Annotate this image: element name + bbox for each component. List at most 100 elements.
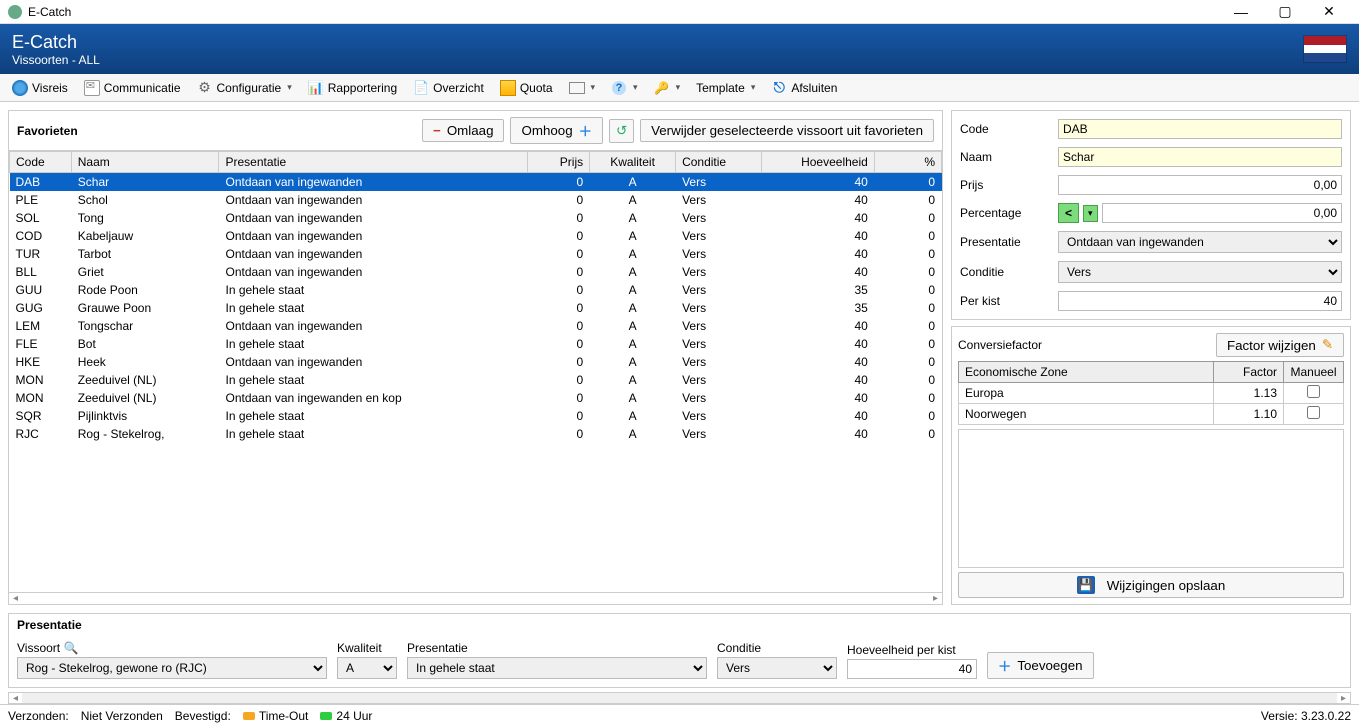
table-row[interactable]: HKEHeekOntdaan van ingewanden0AVers400 [10,353,942,371]
table-row[interactable]: SQRPijlinktvisIn gehele staat0AVers400 [10,407,942,425]
vissoort-select[interactable]: Rog - Stekelrog, gewone ro (RJC) [17,657,327,679]
col-manueel[interactable]: Manueel [1284,362,1344,383]
toevoegen-button[interactable]: ＋Toevoegen [987,652,1094,679]
rapportering-button[interactable]: Rapportering [302,78,403,98]
col-code[interactable]: Code [10,152,72,173]
label-conditie2: Conditie [717,641,837,655]
factor-wijzigen-button[interactable]: Factor wijzigen ✎ [1216,333,1344,357]
quota-button[interactable]: Quota [494,78,559,98]
label-kwaliteit: Kwaliteit [337,641,397,655]
conversion-table: Economische Zone Factor Manueel Europa1.… [958,361,1344,425]
omlaag-button[interactable]: −Omlaag [422,119,504,142]
scroll-right-icon[interactable]: ▸ [1337,693,1350,704]
table-row[interactable]: RJCRog - Stekelrog,In gehele staat0AVers… [10,425,942,443]
pct-input[interactable] [1102,203,1342,223]
table-row[interactable]: SOLTongOntdaan van ingewanden0AVers400 [10,209,942,227]
table-row[interactable]: BLLGrietOntdaan van ingewanden0AVers400 [10,263,942,281]
col-naam[interactable]: Naam [71,152,219,173]
template-button[interactable]: Template▾ [690,79,761,97]
remove-favorite-button[interactable]: Verwijder geselecteerde vissoort uit fav… [640,119,934,142]
help-button[interactable]: ▾ [605,78,644,98]
table-row[interactable]: TURTarbotOntdaan van ingewanden0AVers400 [10,245,942,263]
afsluiten-button[interactable]: Afsluiten [765,78,843,98]
remove-favorite-label: Verwijder geselecteerde vissoort uit fav… [651,123,923,138]
scroll-left-icon[interactable]: ◂ [9,693,22,704]
table-row[interactable]: FLEBotIn gehele staat0AVers400 [10,335,942,353]
configuratie-button[interactable]: Configuratie▾ [191,78,298,98]
table-row[interactable]: Noorwegen1.10 [959,404,1344,425]
edit-icon: ✎ [1322,337,1333,353]
communicatie-button[interactable]: Communicatie [78,78,187,98]
mail-icon [84,80,100,96]
table-row[interactable]: MONZeeduivel (NL)In gehele staat0AVers40… [10,371,942,389]
bottom-hscroll[interactable]: ◂ ▸ [8,692,1351,704]
table-row[interactable]: Europa1.13 [959,383,1344,404]
label-code: Code [960,122,1050,136]
label-pres: Presentatie [960,235,1050,249]
scroll-right-icon[interactable]: ▸ [933,593,938,604]
close-button[interactable]: ✕ [1307,1,1351,23]
table-row[interactable]: LEMTongscharOntdaan van ingewanden0AVers… [10,317,942,335]
led-green-icon [320,712,332,720]
header-subtitle: Vissoorten - ALL [12,53,100,67]
visreis-button[interactable]: Visreis [6,78,74,98]
refresh-icon-button[interactable]: ↺ [609,119,634,143]
favorites-grid[interactable]: Code Naam Presentatie Prijs Kwaliteit Co… [9,151,942,592]
save-changes-label: Wijzigingen opslaan [1107,578,1226,593]
kwaliteit-select[interactable]: A [337,657,397,679]
conditie2-select[interactable]: Vers [717,657,837,679]
conversion-blank-area [958,429,1344,568]
key-button[interactable]: ▾ [648,78,687,98]
code-field [1058,119,1342,139]
perkist-input[interactable] [1058,291,1342,311]
grid-hscroll[interactable]: ◂ ▸ [9,592,942,604]
scroll-left-icon[interactable]: ◂ [13,593,18,604]
table-row[interactable]: PLEScholOntdaan van ingewanden0AVers400 [10,191,942,209]
hpk-input[interactable] [847,659,977,679]
table-row[interactable]: MONZeeduivel (NL)Ontdaan van ingewanden … [10,389,942,407]
refresh-icon: ↺ [616,123,627,139]
omhoog-button[interactable]: Omhoog＋ [510,117,602,144]
chevron-down-icon: ▾ [287,82,292,93]
presentatie-select[interactable]: Ontdaan van ingewanden [1058,231,1342,253]
report-icon [308,80,324,96]
manueel-checkbox[interactable] [1307,406,1320,419]
overzicht-label: Overzicht [433,81,484,95]
overzicht-button[interactable]: Overzicht [407,78,490,98]
table-row[interactable]: GUURode PoonIn gehele staat0AVers350 [10,281,942,299]
maximize-button[interactable]: ▢ [1263,1,1307,23]
col-kwaliteit[interactable]: Kwaliteit [590,152,676,173]
table-row[interactable]: CODKabeljauwOntdaan van ingewanden0AVers… [10,227,942,245]
document-icon [413,80,429,96]
col-presentatie[interactable]: Presentatie [219,152,528,173]
col-prijs[interactable]: Prijs [528,152,590,173]
app-header: E-Catch Vissoorten - ALL [0,24,1359,74]
col-hoeveelheid[interactable]: Hoeveelheid [762,152,875,173]
conversiefactor-title: Conversiefactor [958,338,1216,352]
col-pct[interactable]: % [874,152,941,173]
minimize-button[interactable]: — [1219,1,1263,23]
manueel-checkbox[interactable] [1307,385,1320,398]
search-icon[interactable] [63,641,78,655]
status-bevestigd-label: Bevestigd: [175,709,231,723]
col-factor[interactable]: Factor [1214,362,1284,383]
col-zone[interactable]: Economische Zone [959,362,1214,383]
table-row[interactable]: GUGGrauwe PoonIn gehele staat0AVers350 [10,299,942,317]
pct-op-dropdown[interactable]: ▾ [1083,205,1098,222]
pct-op-button[interactable]: < [1058,203,1079,223]
factor-wijzigen-label: Factor wijzigen [1227,338,1316,353]
prijs-input[interactable] [1058,175,1342,195]
app-icon [8,5,22,19]
label-hpk: Hoeveelheid per kist [847,643,977,657]
col-conditie[interactable]: Conditie [676,152,762,173]
status-24uur: 24 Uur [320,709,372,723]
favorieten-title: Favorieten [17,124,78,138]
save-changes-button[interactable]: 💾 Wijzigingen opslaan [958,572,1344,598]
chevron-down-icon: ▾ [633,82,638,93]
conditie-select[interactable]: Vers [1058,261,1342,283]
presentatie2-select[interactable]: In gehele staat [407,657,707,679]
table-row[interactable]: DABScharOntdaan van ingewanden0AVers400 [10,173,942,192]
save-icon: 💾 [1077,576,1095,594]
chevron-down-icon: ▾ [676,82,681,93]
language-button[interactable]: ▾ [563,80,602,96]
